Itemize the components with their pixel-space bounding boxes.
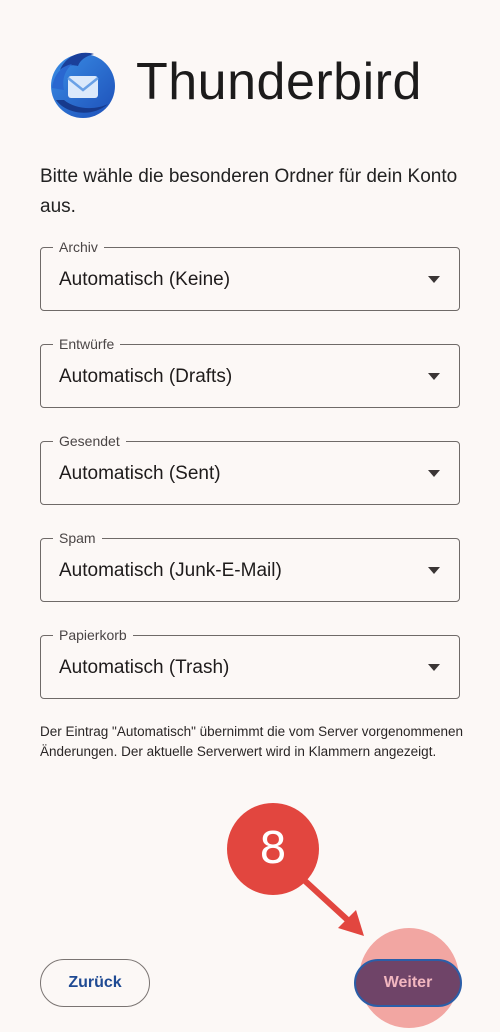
field-value: Automatisch (Sent)	[59, 463, 221, 484]
dropdown-arrow-icon	[428, 276, 440, 283]
field-value: Automatisch (Trash)	[59, 657, 230, 678]
field-value: Automatisch (Drafts)	[59, 366, 233, 387]
intro-text: Bitte wähle die besonderen Ordner für de…	[40, 166, 458, 217]
field-label: Spam	[53, 529, 102, 547]
field-label: Entwürfe	[53, 335, 121, 353]
archive-folder-select[interactable]: Archiv Automatisch (Keine)	[40, 238, 460, 311]
field-value: Automatisch (Keine)	[59, 269, 231, 290]
app-title: Thunderbird	[136, 53, 422, 111]
step-number-badge: 8	[227, 803, 319, 895]
back-button[interactable]: Zurück	[40, 959, 150, 1007]
sent-folder-select[interactable]: Gesendet Automatisch (Sent)	[40, 432, 460, 505]
next-button[interactable]: Weiter	[354, 959, 462, 1007]
help-note: Der Eintrag "Automatisch" übernimmt die …	[40, 724, 464, 759]
drafts-folder-select[interactable]: Entwürfe Automatisch (Drafts)	[40, 335, 460, 408]
app-header: Thunderbird	[0, 42, 500, 126]
spam-folder-select[interactable]: Spam Automatisch (Junk-E-Mail)	[40, 529, 460, 602]
thunderbird-logo-icon	[51, 52, 115, 118]
dropdown-arrow-icon	[428, 664, 440, 671]
dropdown-arrow-icon	[428, 373, 440, 380]
trash-folder-select[interactable]: Papierkorb Automatisch (Trash)	[40, 626, 460, 699]
dropdown-arrow-icon	[428, 470, 440, 477]
field-value: Automatisch (Junk-E-Mail)	[59, 560, 282, 581]
field-label: Archiv	[53, 238, 104, 256]
dropdown-arrow-icon	[428, 567, 440, 574]
field-label: Gesendet	[53, 432, 126, 450]
field-label: Papierkorb	[53, 626, 133, 644]
